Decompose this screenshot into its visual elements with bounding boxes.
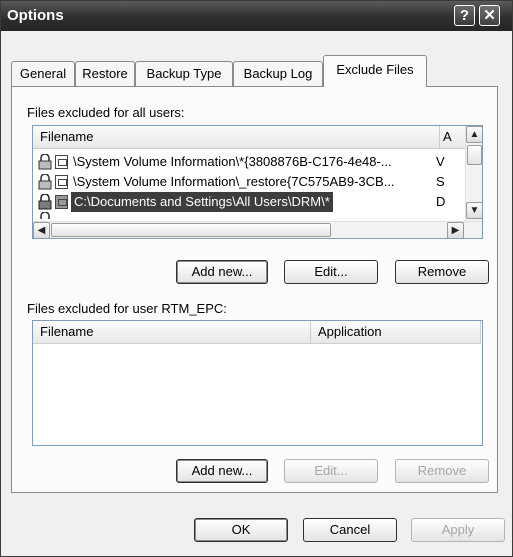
- help-button[interactable]: ?: [454, 5, 475, 26]
- all-users-file-list[interactable]: Filename A \System Volume Information\*{…: [32, 125, 483, 239]
- row-filename: \System Volume Information\_restore{7C57…: [73, 174, 395, 189]
- scroll-thumb-horizontal[interactable]: [51, 223, 331, 237]
- exclude-files-panel: Files excluded for all users: Filename A…: [11, 86, 498, 493]
- user-remove-button[interactable]: Remove: [395, 459, 489, 483]
- user-file-list[interactable]: Filename Application: [32, 320, 483, 446]
- scroll-down-button[interactable]: ▼: [466, 202, 482, 219]
- options-dialog: Options ? ✕ General Restore Backup Type …: [0, 0, 513, 557]
- file-icon: [55, 155, 68, 169]
- horizontal-scrollbar[interactable]: ◀ ▶: [33, 221, 482, 238]
- file-icon: [55, 195, 68, 209]
- title-bar[interactable]: Options ? ✕: [1, 1, 512, 31]
- row-application: D: [436, 194, 446, 209]
- ok-button[interactable]: OK: [194, 518, 288, 542]
- tab-exclude-files[interactable]: Exclude Files: [323, 55, 427, 87]
- row-filename: \System Volume Information\*{3808876B-C1…: [73, 154, 392, 169]
- list-item[interactable]: \System Volume Information\_restore{7C57…: [33, 172, 467, 192]
- edit-button[interactable]: Edit...: [284, 260, 378, 284]
- column-header-filename[interactable]: Filename: [33, 126, 440, 149]
- row-application: S: [436, 174, 445, 189]
- all-users-label: Files excluded for all users:: [27, 105, 185, 120]
- close-button[interactable]: ✕: [479, 5, 500, 26]
- scroll-right-button[interactable]: ▶: [447, 222, 464, 238]
- lock-icon: [38, 154, 52, 170]
- row-application: V: [436, 154, 445, 169]
- scroll-up-button[interactable]: ▲: [466, 126, 482, 143]
- user-label: Files excluded for user RTM_EPC:: [27, 301, 227, 316]
- list-item[interactable]: \System Volume Information\*{3808876B-C1…: [33, 152, 467, 172]
- lock-icon: [38, 194, 52, 210]
- apply-button[interactable]: Apply: [411, 518, 505, 542]
- file-icon: [55, 175, 68, 189]
- add-new-button[interactable]: Add new...: [176, 260, 268, 284]
- tab-general[interactable]: General: [11, 61, 75, 86]
- vertical-scrollbar[interactable]: ▲ ▼: [465, 126, 482, 221]
- user-add-new-button[interactable]: Add new...: [176, 459, 268, 483]
- column-header-application[interactable]: Application: [311, 321, 481, 344]
- list-item-selected[interactable]: C:\Documents and Settings\All Users\DRM\…: [33, 192, 467, 212]
- scroll-left-button[interactable]: ◀: [33, 222, 50, 238]
- column-header-filename[interactable]: Filename: [33, 321, 311, 344]
- tab-backup-log[interactable]: Backup Log: [233, 61, 323, 86]
- cancel-button[interactable]: Cancel: [303, 518, 397, 542]
- window-title: Options: [7, 7, 64, 24]
- tab-restore[interactable]: Restore: [75, 61, 135, 86]
- remove-button[interactable]: Remove: [395, 260, 489, 284]
- lock-icon: [38, 174, 52, 190]
- list-item-partial: [33, 212, 73, 220]
- row-filename: C:\Documents and Settings\All Users\DRM\…: [71, 192, 333, 212]
- user-edit-button[interactable]: Edit...: [284, 459, 378, 483]
- tab-backup-type[interactable]: Backup Type: [135, 61, 233, 86]
- scroll-thumb-vertical[interactable]: [467, 145, 482, 165]
